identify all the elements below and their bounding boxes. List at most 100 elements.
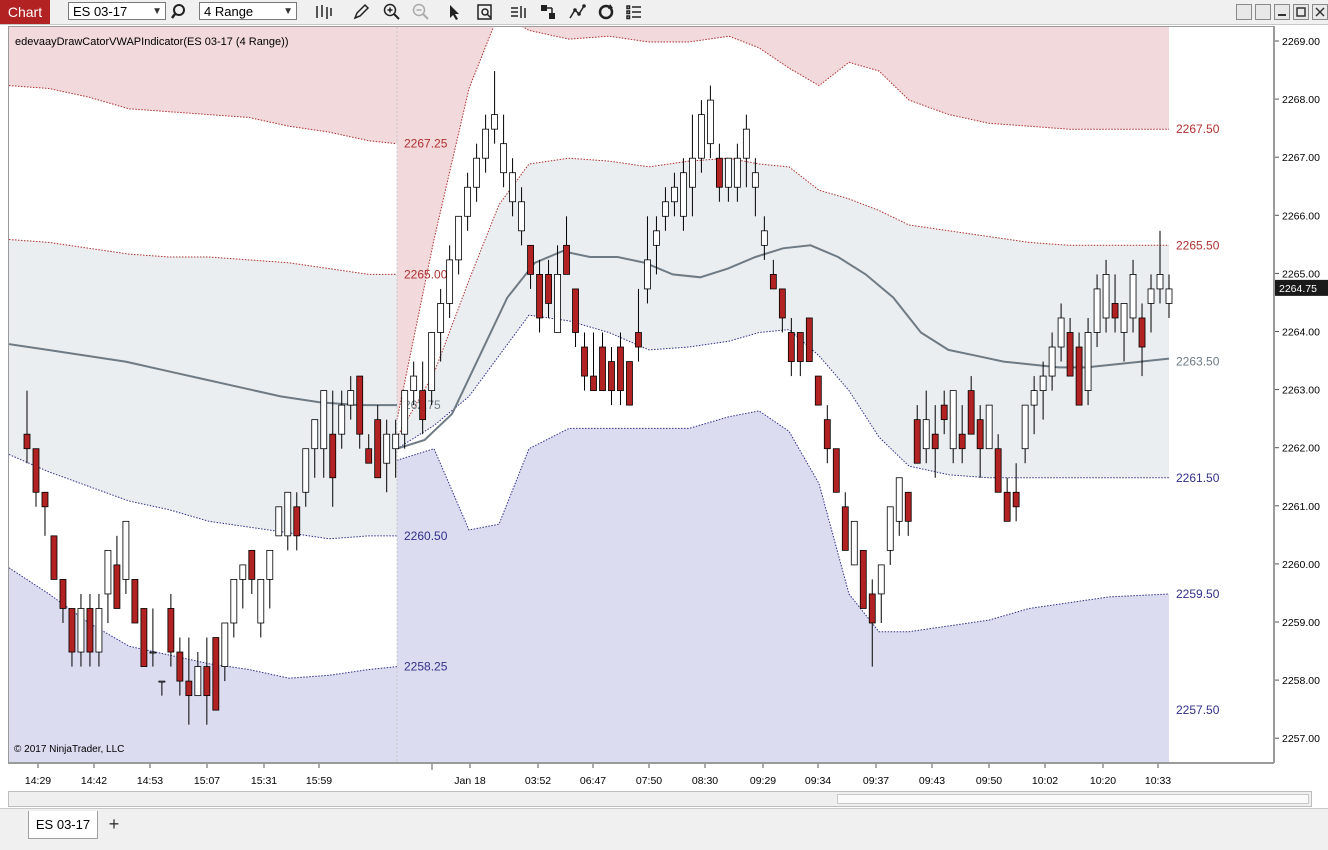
window-close-button[interactable] <box>1312 4 1328 20</box>
chart-tab[interactable]: Chart <box>0 0 50 24</box>
candle[interactable] <box>608 347 615 406</box>
candle[interactable] <box>50 535 58 580</box>
pencil-icon[interactable] <box>351 2 371 22</box>
candle[interactable] <box>572 288 579 348</box>
time-tick-label: 09:50 <box>976 775 1002 787</box>
candle[interactable] <box>814 375 822 406</box>
candle[interactable] <box>1003 477 1011 522</box>
time-tick-label: 14:42 <box>81 775 107 787</box>
candle-body <box>59 579 67 609</box>
bar-style-icon[interactable] <box>313 2 333 22</box>
candle[interactable] <box>239 564 247 609</box>
band-label: 2261.50 <box>1176 471 1220 485</box>
window-maximize-button[interactable] <box>1293 4 1309 20</box>
candle[interactable] <box>491 71 498 144</box>
minimize-icon <box>1278 14 1286 16</box>
candle-body <box>1138 317 1146 348</box>
scrollbar-thumb[interactable] <box>837 794 1309 804</box>
add-tab-button[interactable]: + <box>102 811 126 837</box>
candle-body <box>1057 317 1065 348</box>
candle[interactable] <box>41 491 49 536</box>
strategies-icon[interactable] <box>538 2 558 22</box>
instrument-selector[interactable]: ES 03-17 ▼ <box>68 2 166 20</box>
candle[interactable] <box>832 448 840 493</box>
candle[interactable] <box>886 506 894 565</box>
candle[interactable] <box>895 477 903 536</box>
candle-body <box>662 201 669 217</box>
window-minimize-button[interactable] <box>1274 4 1290 20</box>
price-chart[interactable]: 2267.252265.00262.752260.502258.252267.5… <box>9 27 1273 762</box>
candle[interactable] <box>113 535 121 609</box>
candle[interactable] <box>626 361 633 406</box>
chart-panel[interactable]: 2267.252265.00262.752260.502258.252267.5… <box>8 26 1274 763</box>
candle-body <box>491 114 498 130</box>
window-keep-button[interactable] <box>1255 4 1271 20</box>
candle[interactable] <box>859 549 867 609</box>
candle-body <box>1102 273 1110 319</box>
candle-body <box>347 390 355 406</box>
candle[interactable] <box>248 549 256 594</box>
indicators-icon[interactable] <box>508 2 528 22</box>
candle-body <box>1003 491 1011 522</box>
candle[interactable] <box>257 579 265 638</box>
candle[interactable] <box>581 332 588 391</box>
time-axis[interactable]: 14:29 14:42 14:53 15:07 15:31 15:59 Jan 18 03:5… <box>8 763 1274 792</box>
candle[interactable] <box>500 114 507 188</box>
instrument-selector-value: ES 03-17 <box>73 4 128 19</box>
candle[interactable] <box>877 564 885 623</box>
candle[interactable] <box>482 114 489 173</box>
candle[interactable] <box>32 448 40 507</box>
horizontal-scrollbar[interactable] <box>8 791 1312 807</box>
candle[interactable] <box>707 85 714 159</box>
candle-body <box>509 172 516 203</box>
candle[interactable] <box>850 520 858 566</box>
candle[interactable] <box>104 549 112 623</box>
candle-body <box>626 361 633 406</box>
candle[interactable] <box>266 549 274 609</box>
tab-es-03-17[interactable]: ES 03-17 <box>28 811 98 839</box>
pointer-icon[interactable] <box>445 2 465 22</box>
time-tick-label: 09:37 <box>863 775 889 787</box>
candle[interactable] <box>985 404 993 450</box>
zoom-out-icon[interactable] <box>411 2 431 22</box>
properties-icon[interactable] <box>624 2 644 22</box>
candle-body <box>733 157 741 188</box>
candle-body <box>590 375 597 392</box>
candle[interactable] <box>473 143 481 202</box>
candle-body <box>167 608 175 653</box>
candle[interactable] <box>823 405 831 464</box>
candle[interactable] <box>212 637 220 711</box>
candle[interactable] <box>194 652 202 697</box>
candle[interactable] <box>131 579 139 624</box>
candle[interactable] <box>904 491 912 536</box>
candle[interactable] <box>446 245 454 318</box>
price-axis-scale: 2269.00 2268.00 2267.00 2266.00 2265.00 2264.… <box>1269 36 1328 745</box>
candle[interactable] <box>140 608 148 667</box>
candle[interactable] <box>796 332 804 377</box>
candle[interactable] <box>122 520 130 594</box>
candle[interactable] <box>284 491 292 551</box>
candle[interactable] <box>230 579 238 638</box>
window-tile-button[interactable] <box>1236 4 1252 20</box>
candle[interactable] <box>599 332 606 391</box>
data-box-icon[interactable] <box>475 2 495 22</box>
candle[interactable] <box>841 492 849 551</box>
candle[interactable] <box>455 215 463 275</box>
drawing-tools-icon[interactable] <box>567 2 587 22</box>
candle-body <box>698 114 705 159</box>
refresh-icon[interactable] <box>596 2 616 22</box>
price-axis[interactable]: 2269.00 2268.00 2267.00 2266.00 2265.00 2264.… <box>1269 26 1328 763</box>
candle[interactable] <box>805 317 813 362</box>
time-tick-label: 06:47 <box>580 775 606 787</box>
candle[interactable] <box>275 506 283 537</box>
bar-type-selector-value: 4 Range <box>204 4 254 19</box>
search-icon[interactable] <box>170 2 190 22</box>
candle-body <box>904 491 912 522</box>
candle-body <box>599 346 606 391</box>
candle[interactable] <box>464 172 472 231</box>
candle[interactable] <box>617 332 624 406</box>
bar-type-selector[interactable]: 4 Range ▼ <box>199 2 297 20</box>
candle-body <box>823 419 831 450</box>
zoom-in-icon[interactable] <box>382 2 402 22</box>
candle[interactable] <box>590 332 597 392</box>
